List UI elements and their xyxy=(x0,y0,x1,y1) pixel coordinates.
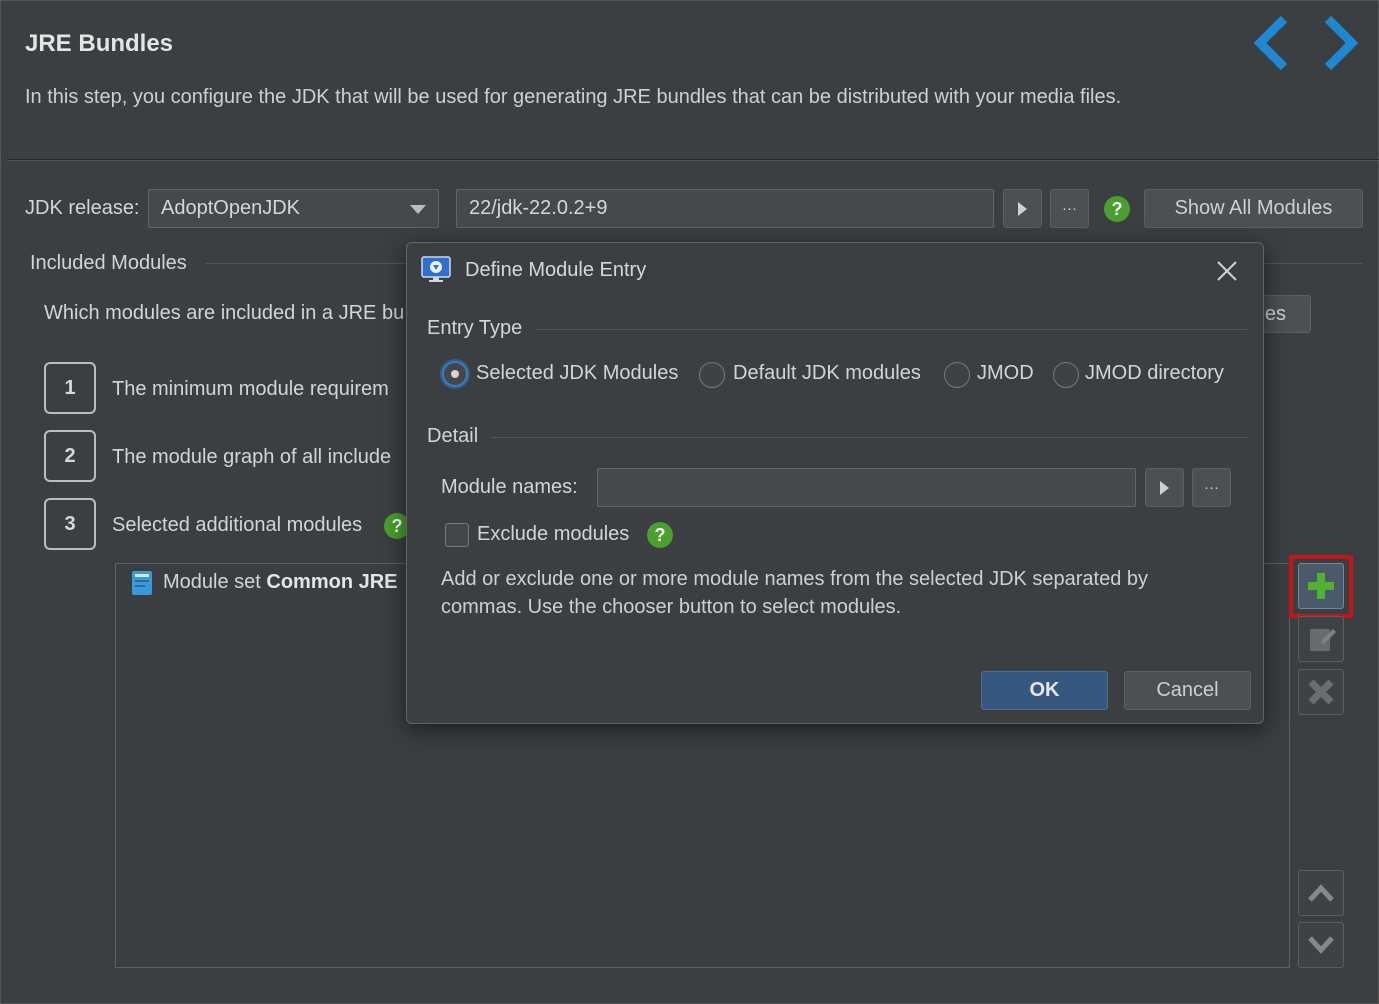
exclude-modules-label[interactable]: Exclude modules xyxy=(477,523,629,546)
chevron-left-icon xyxy=(1253,15,1288,71)
radio-jmod[interactable] xyxy=(944,362,970,388)
included-question-text: Which modules are included in a JRE bu xyxy=(44,302,405,324)
question-icon[interactable]: ? xyxy=(647,522,673,548)
included-modules-section-label: Included Modules xyxy=(30,252,187,274)
step-text-1: The minimum module requirem xyxy=(112,378,389,400)
section-divider xyxy=(535,329,1247,330)
help-text-line-2: commas. Use the chooser button to select… xyxy=(441,596,902,618)
page-title: JRE Bundles xyxy=(25,30,174,57)
plus-icon xyxy=(1308,573,1334,599)
installer-app-icon xyxy=(421,256,451,284)
jdk-version-chooser-button[interactable]: ··· xyxy=(1050,189,1089,228)
delete-module-button[interactable] xyxy=(1298,669,1344,715)
chevron-right-icon xyxy=(1324,15,1359,71)
jdk-release-dropdown[interactable]: AdoptOpenJDK xyxy=(148,189,439,228)
step-text-3: Selected additional modules xyxy=(112,514,363,536)
radio-label-jmod[interactable]: JMOD xyxy=(977,362,1034,385)
list-item[interactable]: Module set Common JRE xyxy=(163,571,398,594)
entry-type-section-label: Entry Type xyxy=(427,317,523,339)
exclude-modules-checkbox[interactable] xyxy=(445,523,469,547)
module-names-go-button[interactable] xyxy=(1145,468,1184,507)
step-number-2: 2 xyxy=(44,430,96,482)
jdk-version-go-button[interactable] xyxy=(1003,189,1042,228)
jdk-release-value: AdoptOpenJDK xyxy=(161,197,300,219)
chevron-down-icon xyxy=(410,204,426,214)
more-label: ··· xyxy=(1062,200,1077,217)
radio-jmod-directory[interactable] xyxy=(1053,362,1079,388)
delete-icon xyxy=(1308,679,1334,705)
module-names-chooser-button[interactable]: ··· xyxy=(1192,468,1231,507)
question-icon[interactable]: ? xyxy=(1104,196,1130,222)
dialog-title: Define Module Entry xyxy=(465,259,647,281)
radio-label-jmod-directory[interactable]: JMOD directory xyxy=(1085,362,1224,385)
radio-selected-jdk-modules[interactable] xyxy=(442,361,468,387)
edit-module-button[interactable] xyxy=(1298,616,1344,662)
play-icon xyxy=(1160,480,1169,495)
help-text-line-1: Add or exclude one or more module names … xyxy=(441,568,1149,590)
radio-default-jdk-modules[interactable] xyxy=(699,362,725,388)
step-number-3: 3 xyxy=(44,498,96,550)
radio-label-default-jdk-modules[interactable]: Default JDK modules xyxy=(733,362,921,385)
section-divider xyxy=(491,437,1247,438)
step-text-2: The module graph of all include xyxy=(112,446,392,468)
header-separator xyxy=(7,159,1379,161)
jdk-release-label: JDK release: xyxy=(25,197,140,219)
jdk-version-value: 22/jdk-22.0.2+9 xyxy=(469,197,608,219)
cancel-button[interactable]: Cancel xyxy=(1124,671,1251,710)
close-icon xyxy=(1217,261,1237,281)
play-icon xyxy=(1018,201,1027,216)
radio-label-selected-jdk-modules[interactable]: Selected JDK Modules xyxy=(476,362,678,385)
previous-step-button[interactable] xyxy=(1240,12,1304,74)
move-up-icon xyxy=(1308,884,1334,902)
page-description: In this step, you configure the JDK that… xyxy=(25,86,1122,108)
edit-icon xyxy=(1310,629,1336,651)
jdk-version-field[interactable]: 22/jdk-22.0.2+9 xyxy=(456,189,994,228)
close-button[interactable] xyxy=(1213,257,1241,285)
step-number-1: 1 xyxy=(44,362,96,414)
move-down-button[interactable] xyxy=(1298,922,1344,968)
add-module-button[interactable] xyxy=(1298,563,1344,609)
module-names-label: Module names: xyxy=(441,476,578,498)
show-all-modules-button[interactable]: Show All Modules xyxy=(1144,189,1363,228)
define-module-entry-dialog: Define Module Entry Entry Type Selected … xyxy=(406,242,1264,724)
move-down-icon xyxy=(1308,936,1334,954)
next-step-button[interactable] xyxy=(1308,12,1372,74)
ok-button[interactable]: OK xyxy=(981,671,1108,710)
move-up-button[interactable] xyxy=(1298,870,1344,916)
module-set-icon xyxy=(130,569,154,597)
detail-section-label: Detail xyxy=(427,425,479,447)
more-label: ··· xyxy=(1204,479,1219,496)
module-names-input[interactable] xyxy=(597,468,1136,507)
